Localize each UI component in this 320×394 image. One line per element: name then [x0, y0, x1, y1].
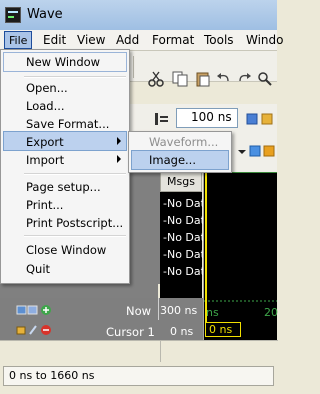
menu-item-save-format[interactable]: Save Format... — [26, 117, 109, 131]
cursor-line[interactable] — [205, 172, 207, 322]
menu-file[interactable]: File — [4, 31, 33, 49]
find-icon[interactable] — [257, 71, 273, 87]
copy-icon[interactable] — [172, 71, 188, 87]
window-title: Wave — [27, 7, 63, 22]
undo-icon[interactable] — [216, 72, 232, 86]
menu-item-page-setup[interactable]: Page setup... — [26, 180, 101, 194]
menu-item-print[interactable]: Print... — [26, 198, 63, 212]
cut-icon[interactable] — [148, 71, 164, 87]
wave-app-icon — [5, 7, 21, 23]
ruler-unit: ns — [206, 306, 219, 319]
menu-item-new-window[interactable]: New Window — [26, 55, 100, 69]
run-length-value: 100 ns — [191, 110, 232, 124]
menu-item-close-window[interactable]: Close Window — [26, 243, 106, 257]
now-label: Now — [126, 304, 152, 318]
submenu-item-image[interactable]: Image... — [149, 153, 196, 167]
paste-icon[interactable] — [195, 71, 211, 87]
toolbar-separator — [133, 56, 134, 78]
menu-separator — [24, 173, 126, 175]
menu-item-load[interactable]: Load... — [26, 99, 65, 113]
redo-icon[interactable] — [236, 72, 252, 86]
now-row-icons[interactable] — [16, 304, 54, 316]
menu-edit[interactable]: Edit — [43, 33, 66, 47]
menu-separator — [24, 76, 126, 78]
cursor-row-icons[interactable] — [16, 323, 56, 336]
menu-add[interactable]: Add — [116, 33, 139, 47]
cursor-value: 0 ns — [170, 325, 194, 338]
submenu-arrow-icon — [117, 137, 121, 145]
menu-item-quit[interactable]: Quit — [26, 262, 50, 276]
menu-tools[interactable]: Tools — [204, 33, 234, 47]
menu-format[interactable]: Format — [152, 33, 194, 47]
cursor-flag-label: 0 ns — [209, 323, 233, 336]
menu-item-open[interactable]: Open... — [26, 81, 68, 95]
run-icon[interactable] — [246, 111, 276, 127]
step-icon[interactable] — [154, 111, 170, 127]
signal-names-pane-lower — [0, 284, 158, 298]
submenu-arrow-icon — [117, 155, 121, 163]
msgs-column-header: Msgs — [160, 172, 202, 192]
menu-item-export-highlight — [3, 131, 127, 151]
menu-item-print-postscript[interactable]: Print Postscript... — [26, 216, 123, 230]
now-value: 300 ns — [160, 304, 198, 317]
names-scrollbar[interactable] — [0, 340, 160, 363]
menu-item-import[interactable]: Import — [26, 153, 64, 167]
wave-scrollbar[interactable] — [160, 340, 278, 363]
menu-separator — [24, 235, 126, 237]
ruler-tick-label: 20 — [264, 306, 278, 319]
menu-view[interactable]: View — [77, 33, 105, 47]
waveform-pane[interactable] — [204, 172, 277, 298]
status-range: 0 ns to 1660 ns — [9, 369, 95, 382]
cursor-label: Cursor 1 — [106, 325, 155, 339]
menu-window[interactable]: Windo — [246, 33, 284, 47]
menu-item-export[interactable]: Export — [26, 135, 64, 149]
zoom-icons[interactable] — [237, 144, 277, 160]
submenu-item-waveform[interactable]: Waveform... — [149, 135, 218, 149]
